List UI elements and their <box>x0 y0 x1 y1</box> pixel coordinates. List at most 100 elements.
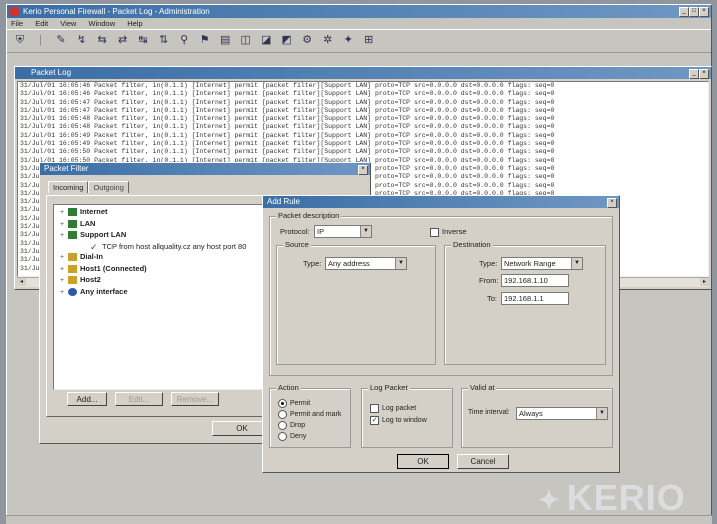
tree-item-label: LAN <box>80 218 96 228</box>
log-row[interactable]: 31/Jul/01 16:05:48 Packet filter, in(0.1… <box>20 115 708 123</box>
expand-icon[interactable]: + <box>60 276 68 287</box>
log-row[interactable]: 31/Jul/01 16:05:48 Packet filter, in(0.1… <box>20 123 708 131</box>
log-close-button[interactable]: × <box>699 69 709 79</box>
monitor-icon[interactable]: ◫ <box>239 33 253 47</box>
shield-icon[interactable]: ⛨ <box>13 33 27 47</box>
log-row[interactable]: 31/Jul/01 16:05:47 Packet filter, in(0.1… <box>20 107 708 115</box>
filter-icon[interactable]: ⚑ <box>198 33 212 47</box>
packet-description-group: Packet description Protocol: IP ▼ Invers… <box>269 211 613 376</box>
tab-incoming[interactable]: Incoming <box>48 181 89 193</box>
add-rule-close-button[interactable]: × <box>607 198 617 208</box>
chevron-down-icon: ▼ <box>596 408 607 419</box>
menu-view[interactable]: View <box>60 19 76 28</box>
source-type-label: Type: <box>303 259 322 268</box>
rules-icon[interactable]: ✎ <box>54 33 68 47</box>
log-title: Packet Log <box>31 68 72 77</box>
log-row[interactable]: 31/Jul/01 16:05:49 Packet filter, in(0.1… <box>20 140 708 148</box>
checkbox-icon <box>430 227 439 237</box>
tree-item-label: Support LAN <box>80 230 127 239</box>
action-group: Action Permit Permit and mark Drop Deny <box>269 383 351 448</box>
scroll-right-icon[interactable]: ▸ <box>700 278 709 286</box>
checkbox-icon <box>370 403 379 413</box>
destination-label: Destination <box>451 240 493 249</box>
chevron-down-icon: ▼ <box>360 226 371 237</box>
dest-type-select[interactable]: Network Range ▼ <box>501 257 583 270</box>
dest-from-input[interactable]: 192.168.1.10 <box>501 274 569 287</box>
settings-icon[interactable]: ⚙ <box>300 33 314 47</box>
menu-edit[interactable]: Edit <box>35 19 48 28</box>
expand-icon[interactable]: + <box>60 220 68 231</box>
log-row[interactable]: 31/Jul/01 16:05:46 Packet filter, in(0.1… <box>20 90 708 98</box>
tree-item-label: Internet <box>80 207 108 216</box>
expand-icon[interactable]: + <box>60 231 68 242</box>
menu-help[interactable]: Help <box>127 19 142 28</box>
expand-icon[interactable]: + <box>60 265 68 276</box>
network-icon[interactable]: ⇄ <box>116 33 130 47</box>
minimize-button[interactable]: _ <box>679 7 689 17</box>
tab-outgoing[interactable]: Outgoing <box>88 181 129 193</box>
rules-icon[interactable]: ↯ <box>75 33 89 47</box>
help-icon[interactable]: ✦ <box>341 33 355 47</box>
grid-icon[interactable]: ⊞ <box>362 33 376 47</box>
time-interval-select[interactable]: Always ▼ <box>516 407 608 420</box>
close-button[interactable]: × <box>699 7 709 17</box>
log-row[interactable]: 31/Jul/01 16:05:46 Packet filter, in(0.1… <box>20 82 708 90</box>
traffic-icon[interactable]: ↹ <box>136 33 150 47</box>
valid-at-group: Valid at Time interval: Always ▼ <box>461 383 613 448</box>
log-option-label: Log to window <box>382 417 427 424</box>
log-checkbox-option[interactable]: ✓ Log to window <box>370 415 427 427</box>
log-option-label: Log packet <box>382 405 417 412</box>
expand-icon[interactable]: + <box>60 253 68 264</box>
maximize-button[interactable]: □ <box>689 7 699 17</box>
log-minimize-button[interactable]: _ <box>689 69 699 79</box>
remove-button[interactable]: Remove... <box>171 392 219 406</box>
expand-icon[interactable]: + <box>60 288 68 299</box>
destination-group: Destination Type: Network Range ▼ From: … <box>444 240 606 365</box>
action-option-label: Deny <box>290 433 307 440</box>
add-rule-titlebar: Add Rule × <box>263 196 619 208</box>
inverse-checkbox[interactable]: Inverse <box>430 227 467 237</box>
toolbar-divider-icon: | <box>39 34 42 46</box>
source-label: Source <box>283 240 311 249</box>
log-row[interactable]: 31/Jul/01 16:05:47 Packet filter, in(0.1… <box>20 99 708 107</box>
tree-item-label: Any interface <box>80 286 128 296</box>
packet-filter-close-button[interactable]: × <box>358 165 368 175</box>
add-rule-ok-button[interactable]: OK <box>397 454 449 469</box>
action-radio-option[interactable]: Deny <box>278 431 341 442</box>
log-row[interactable]: 31/Jul/01 16:05:49 Packet filter, in(0.1… <box>20 132 708 140</box>
network-icon[interactable]: ⇆ <box>95 33 109 47</box>
packet-filter-titlebar: Packet Filter × <box>40 163 370 175</box>
time-interval-value: Always <box>519 409 543 418</box>
monitor-icon[interactable]: ◪ <box>259 33 273 47</box>
add-button[interactable]: Add... <box>67 392 107 406</box>
tree-item-label: Dial-In <box>80 252 103 261</box>
menu-file[interactable]: File <box>11 19 23 28</box>
filter-icon[interactable]: ⚲ <box>177 33 191 47</box>
dest-to-input[interactable]: 192.168.1.1 <box>501 292 569 305</box>
edit-button[interactable]: Edit... <box>115 392 163 406</box>
expand-icon[interactable]: + <box>60 208 68 219</box>
log-packet-label: Log Packet <box>368 383 410 392</box>
radio-icon <box>278 420 287 430</box>
traffic-icon[interactable]: ⇅ <box>157 33 171 47</box>
packet-description-label: Packet description <box>276 211 342 220</box>
monitor-icon[interactable]: ◩ <box>280 33 294 47</box>
menu-bar: File Edit View Window Help <box>7 18 711 29</box>
log-row[interactable]: 31/Jul/01 16:05:50 Packet filter, in(0.1… <box>20 148 708 156</box>
menu-window[interactable]: Window <box>88 19 115 28</box>
action-radio-option[interactable]: Permit <box>278 398 341 409</box>
log-checkbox-option[interactable]: Log packet <box>370 403 427 415</box>
dest-to-label: To: <box>487 294 498 303</box>
add-rule-title: Add Rule <box>267 197 300 206</box>
action-radio-option[interactable]: Drop <box>278 420 341 431</box>
add-rule-cancel-button[interactable]: Cancel <box>457 454 509 469</box>
app-icon <box>10 7 19 16</box>
source-type-select[interactable]: Any address ▼ <box>325 257 407 270</box>
network-icon <box>68 219 77 228</box>
main-title: Kerio Personal Firewall - Packet Log - A… <box>23 7 210 16</box>
protocol-select[interactable]: IP ▼ <box>314 225 372 238</box>
gear-icon[interactable]: ✲ <box>321 33 335 47</box>
scroll-left-icon[interactable]: ◂ <box>17 278 26 286</box>
log-icon[interactable]: ▤ <box>218 33 232 47</box>
action-radio-option[interactable]: Permit and mark <box>278 409 341 420</box>
